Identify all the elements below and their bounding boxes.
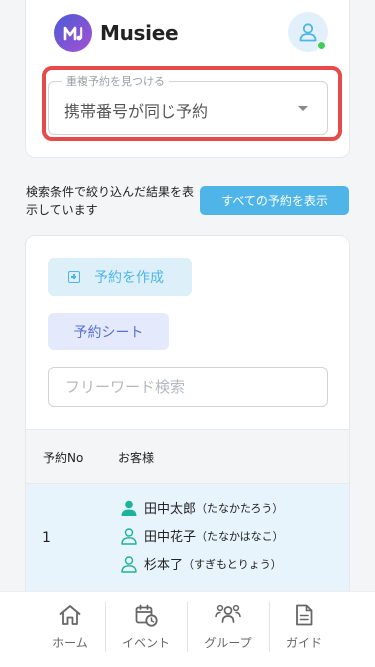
reservation-sheet-button[interactable]: 予約シート: [48, 313, 169, 350]
customer-name: 田中花子: [144, 530, 197, 545]
column-header-reservation-no: 予約No: [43, 451, 84, 465]
customer-kana: （すぎもとりょう）: [183, 557, 282, 571]
table-header: 予約No お客様: [26, 429, 349, 484]
show-all-reservations-button[interactable]: すべての予約を表示: [200, 186, 349, 215]
person-outline-icon: [121, 555, 137, 573]
person-filled-icon: [121, 500, 137, 516]
duplicate-filter-legend: 重複予約を見つける: [62, 73, 169, 89]
customer-item[interactable]: 田中花子 （たなかはなこ）: [120, 526, 284, 545]
create-reservation-label: 予約を作成: [94, 270, 164, 286]
chevron-down-icon[interactable]: [298, 106, 308, 111]
reservation-no: 1: [42, 530, 51, 546]
customer-name: 田中太郎: [144, 502, 197, 517]
freeword-search-input[interactable]: [48, 367, 328, 407]
calendar-clock-icon: [135, 604, 158, 627]
nav-label-home: ホーム: [52, 636, 88, 650]
brand-logo[interactable]: Musiee: [54, 14, 179, 52]
customer-name: 杉本了: [144, 558, 184, 573]
nav-label-guide: ガイド: [285, 636, 322, 650]
nav-item-guide[interactable]: ガイド: [263, 592, 345, 667]
filter-notice-text: 検索条件で絞り込んだ結果を表示しています: [26, 185, 195, 217]
home-icon: [59, 605, 81, 625]
musiee-logo-icon: [54, 14, 92, 52]
brand-name: Musiee: [100, 21, 179, 45]
online-status-dot: [317, 41, 326, 50]
nav-item-group[interactable]: グループ: [187, 592, 269, 667]
document-icon: [296, 604, 313, 626]
nav-item-event[interactable]: イベント: [105, 592, 187, 667]
plus-square-icon: [68, 271, 80, 283]
nav-item-home[interactable]: ホーム: [29, 592, 111, 667]
user-icon: [299, 23, 317, 42]
customer-item[interactable]: 田中太郎 （たなかたろう）: [120, 498, 283, 517]
customer-item[interactable]: 杉本了 （すぎもとりょう）: [120, 554, 282, 573]
group-icon: [215, 604, 241, 623]
create-reservation-button[interactable]: 予約を作成: [48, 258, 192, 296]
duplicate-filter-value: 携帯番号が同じ予約: [64, 102, 209, 121]
person-outline-icon: [121, 527, 137, 545]
column-header-customer: お客様: [118, 451, 155, 465]
user-avatar-button[interactable]: [288, 12, 328, 52]
customer-kana: （たなかはなこ）: [196, 529, 284, 543]
bottom-navigation: ホーム イベント グループ ガイド: [0, 591, 375, 667]
nav-label-event: イベント: [121, 636, 170, 650]
customer-kana: （たなかたろう）: [196, 501, 284, 515]
nav-label-group: グループ: [204, 636, 252, 650]
